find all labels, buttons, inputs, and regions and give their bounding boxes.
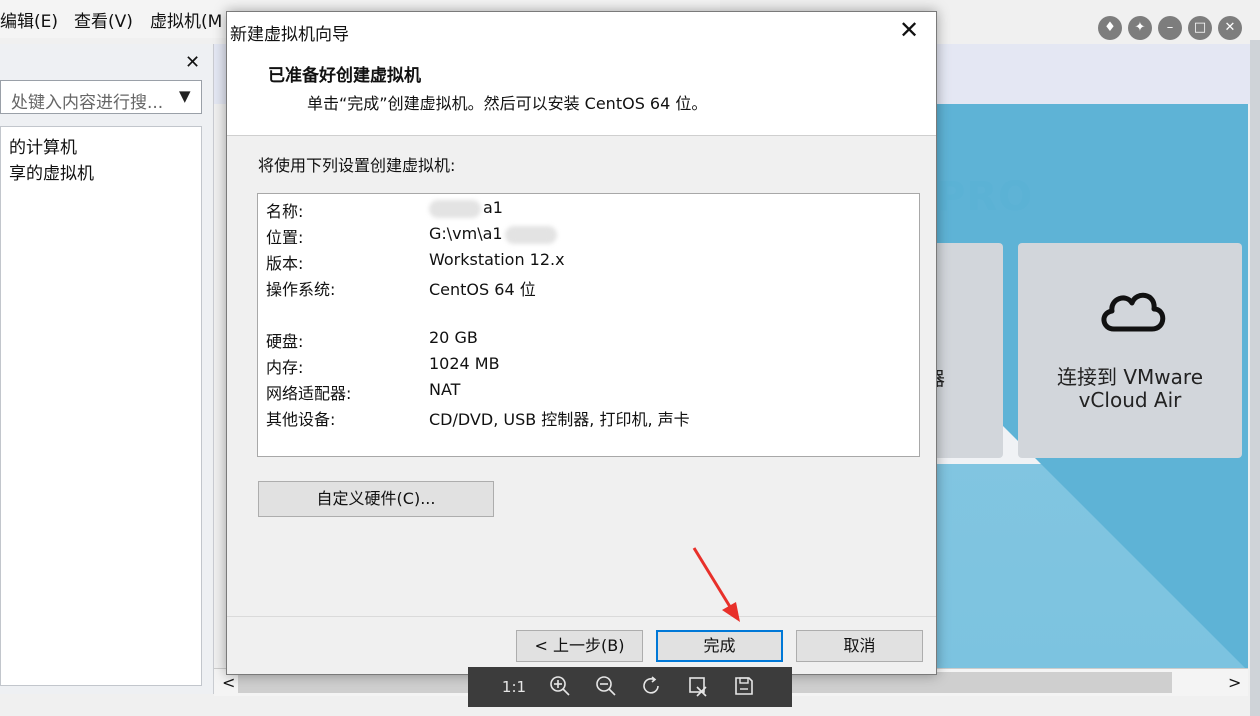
rotate-icon[interactable] [638, 675, 666, 699]
zoom-out-icon[interactable] [592, 675, 620, 699]
settings-summary-box: 名称: a1 位置: G:\vm\a1 版本: Workstation 12.x… [257, 193, 920, 457]
header-title: 已准备好创建虚拟机 [268, 66, 421, 86]
zoom-in-icon[interactable] [546, 675, 574, 699]
memory-value: 1024 MB [429, 354, 500, 373]
tree-item-shared-vms[interactable]: 享的虚拟机 [9, 159, 94, 184]
right-edge-panel [1250, 40, 1260, 716]
skin-icon[interactable]: ♦ [1098, 16, 1122, 40]
memory-label: 内存: [266, 358, 304, 377]
name-label: 名称: [266, 202, 304, 221]
dialog-header: 已准备好创建虚拟机 单击“完成”创建虚拟机。然后可以安装 CentOS 64 位… [227, 48, 936, 136]
crop-edit-icon[interactable] [684, 675, 712, 699]
location-value: G:\vm\a1 [429, 224, 557, 244]
cancel-button[interactable]: 取消 [796, 630, 923, 662]
library-search-input[interactable]: 处键入内容进行搜... ▼ [0, 80, 202, 114]
scroll-right-arrow-icon[interactable]: > [1228, 673, 1241, 692]
dialog-close-icon[interactable]: ✕ [899, 16, 919, 44]
save-icon[interactable] [730, 675, 758, 699]
actual-size-button[interactable]: 1:1 [500, 675, 528, 699]
library-close-icon[interactable]: ✕ [185, 52, 200, 73]
network-label: 网络适配器: [266, 384, 352, 403]
dialog-titlebar: 新建虚拟机向导 ✕ [227, 12, 936, 48]
window-close-icon[interactable]: ✕ [1218, 16, 1242, 40]
settings-intro-text: 将使用下列设置创建虚拟机: [258, 156, 456, 175]
menu-vm[interactable]: 虚拟机(M [150, 7, 222, 32]
red-arrow-annotation [692, 547, 740, 622]
dialog-title: 新建虚拟机向导 [230, 25, 349, 45]
pin-icon[interactable]: ✦ [1128, 16, 1152, 40]
version-label: 版本: [266, 254, 304, 273]
network-value: NAT [429, 380, 461, 399]
library-search-placeholder: 处键入内容进行搜... [11, 93, 164, 113]
header-subtitle: 单击“完成”创建虚拟机。然后可以安装 CentOS 64 位。 [307, 94, 708, 113]
customize-hardware-button[interactable]: 自定义硬件(C)... [258, 481, 494, 517]
os-label: 操作系统: [266, 280, 336, 299]
version-value: Workstation 12.x [429, 250, 565, 269]
disk-label: 硬盘: [266, 332, 304, 351]
location-label: 位置: [266, 228, 304, 247]
vcloud-card-label-line2: vCloud Air [1078, 388, 1182, 412]
library-pane: ✕ 处键入内容进行搜... ▼ 的计算机 享的虚拟机 [0, 44, 214, 694]
minimize-icon[interactable]: – [1158, 16, 1182, 40]
tree-item-my-computer[interactable]: 的计算机 [9, 133, 77, 158]
other-devices-value: CD/DVD, USB 控制器, 打印机, 声卡 [429, 410, 690, 429]
scroll-left-arrow-icon[interactable]: < [222, 673, 235, 692]
redaction-blur [429, 199, 481, 218]
footer-divider [227, 616, 936, 617]
chevron-down-icon[interactable]: ▼ [179, 87, 191, 105]
new-vm-wizard-dialog: 新建虚拟机向导 ✕ 已准备好创建虚拟机 单击“完成”创建虚拟机。然后可以安装 C… [226, 11, 937, 675]
other-devices-label: 其他设备: [266, 410, 336, 429]
maximize-icon[interactable]: □ [1188, 16, 1212, 40]
disk-value: 20 GB [429, 328, 478, 347]
name-value: a1 [429, 198, 503, 218]
home-card-vcloud-air[interactable]: 连接到 VMware vCloud Air [1018, 243, 1242, 458]
redaction-blur [504, 225, 557, 244]
back-button[interactable]: < 上一步(B) [516, 630, 643, 662]
cloud-icon [1101, 292, 1166, 332]
os-value: CentOS 64 位 [429, 280, 536, 299]
image-viewer-toolbar: 1:1 [468, 667, 792, 707]
pro-logo-text: PRO [936, 174, 1034, 220]
library-tree: 的计算机 享的虚拟机 [0, 126, 202, 686]
menu-edit[interactable]: 编辑(E) [0, 7, 58, 32]
vcloud-card-label-line1: 连接到 VMware [1057, 365, 1203, 389]
menu-view[interactable]: 查看(V) [74, 7, 133, 32]
finish-button[interactable]: 完成 [656, 630, 783, 662]
window-controls: ♦ ✦ – □ ✕ [1094, 16, 1254, 42]
